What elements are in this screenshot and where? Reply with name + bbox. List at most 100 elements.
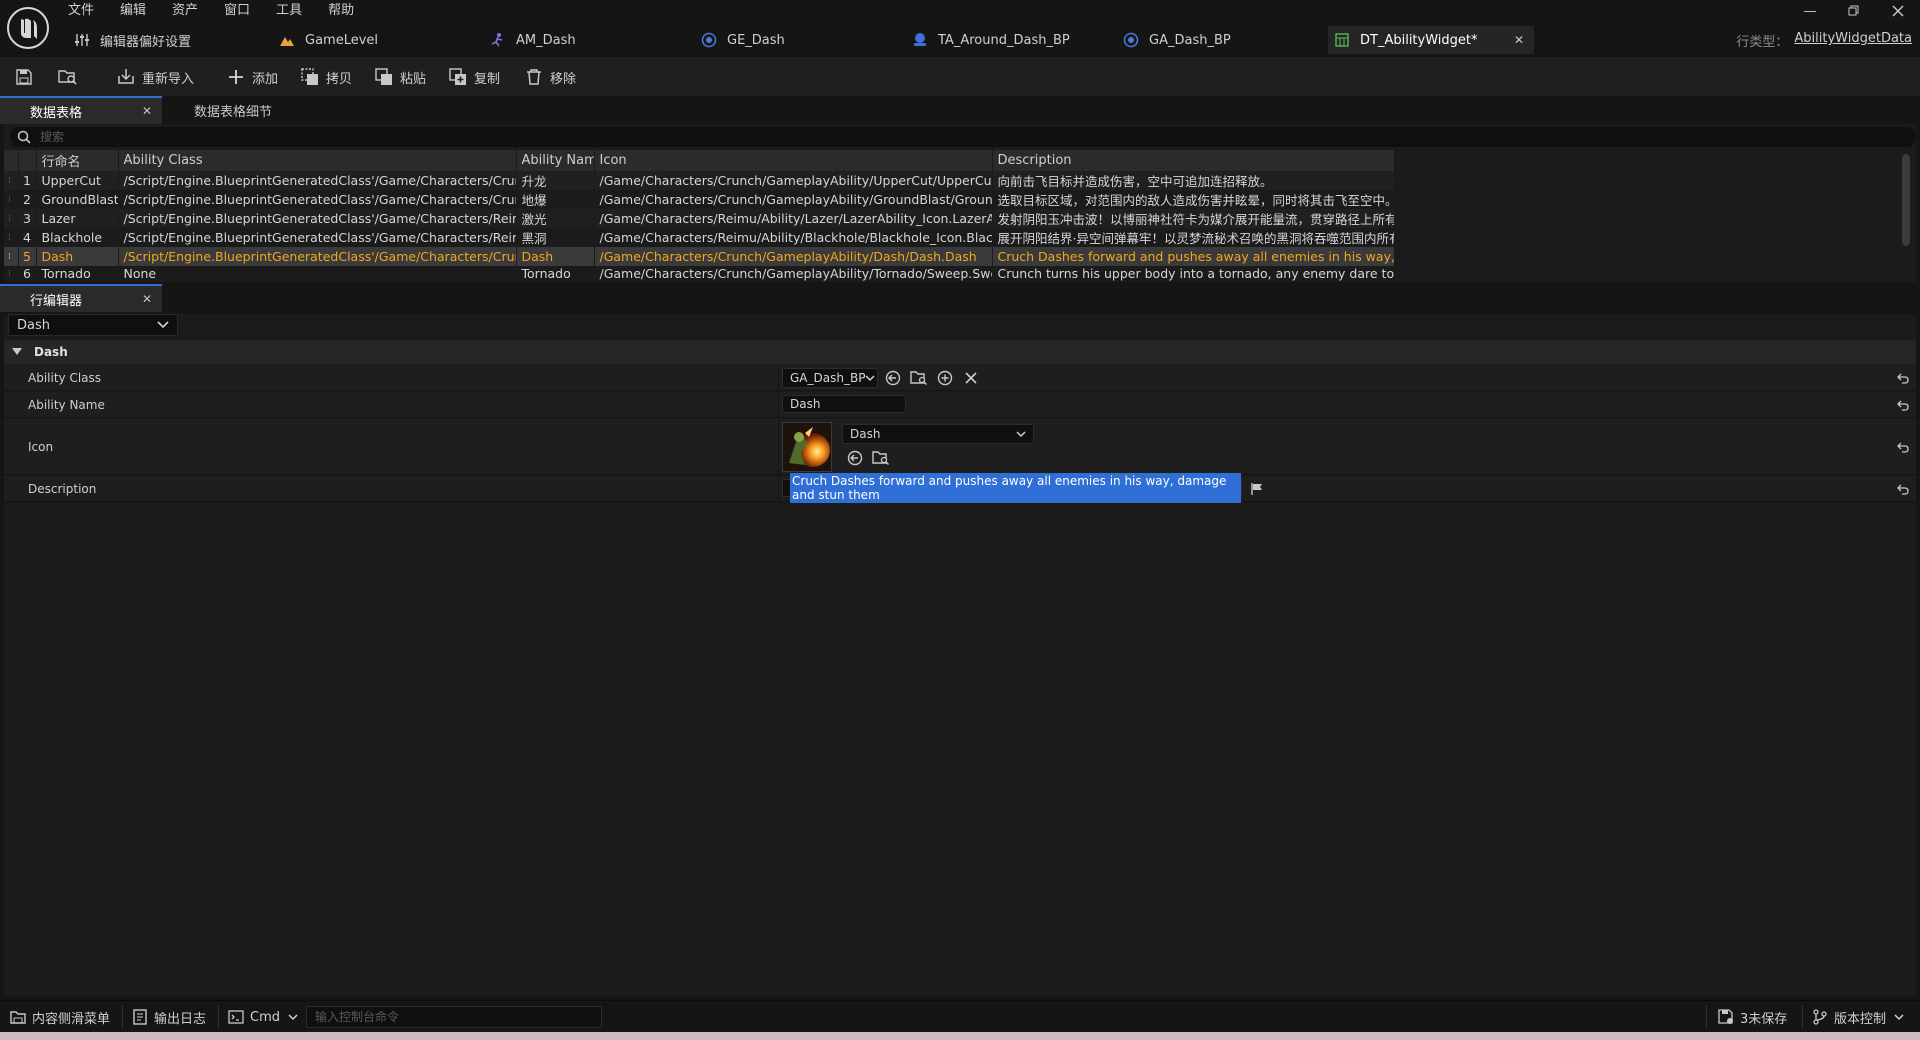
window-controls: — [1788,0,1920,22]
search-bar [10,127,1916,147]
menu-tools[interactable]: 工具 [276,2,302,20]
console-command-input[interactable] [306,1006,602,1028]
search-input[interactable] [40,130,1840,144]
menu-window[interactable]: 窗口 [224,2,250,20]
table-scrollbar[interactable] [1902,154,1910,246]
cmd-dropdown[interactable]: Cmd [228,1001,298,1033]
paste-row-button[interactable]: 粘贴 [374,57,426,97]
output-log-button[interactable]: 输出日志 [132,1001,206,1033]
restore-icon[interactable] [1832,0,1876,22]
drag-handle-icon[interactable]: ⁞ [4,190,19,209]
menu-edit[interactable]: 编辑 [120,2,146,20]
menu-file[interactable]: 文件 [68,2,94,20]
chevron-down-icon [865,374,875,382]
icon-asset-picker[interactable]: Dash [842,424,1034,444]
chevron-down-icon [1016,430,1026,438]
clear-icon[interactable] [962,369,980,387]
tab-data-table[interactable]: 数据表格 ✕ [0,96,162,124]
row-type-label: 行类型： [1736,35,1789,50]
header-description[interactable]: Description [992,150,1395,171]
paste-icon [374,67,394,87]
unsaved-assets-button[interactable]: 3未保存 [1718,1001,1787,1033]
table-row-selected[interactable]: ⁞ 5 Dash /Script/Engine.BlueprintGenerat… [4,247,1395,266]
close-tab-icon[interactable]: ✕ [142,104,152,118]
row-selector-dropdown[interactable]: Dash [8,314,178,336]
browse-asset-button[interactable] [58,57,84,97]
menu-asset[interactable]: 资产 [172,2,198,20]
reset-to-default-icon[interactable] [1896,371,1910,385]
use-selected-icon[interactable] [846,449,864,467]
anim-montage-icon [490,32,506,48]
close-window-icon[interactable] [1876,0,1920,22]
drag-handle-icon[interactable]: ⁞ [4,228,19,247]
drag-handle-icon[interactable]: ⁞ [4,247,19,266]
create-new-icon[interactable] [936,369,954,387]
header-ability-name[interactable]: Ability Name [516,150,595,171]
ability-class-picker[interactable]: GA_Dash_BP [782,368,878,388]
tab-ta-around-dash-bp[interactable]: TA_Around_Dash_BP [906,26,1117,54]
reimport-button[interactable]: 重新导入 [116,57,194,97]
level-icon [279,32,295,48]
close-tab-icon[interactable]: ✕ [142,292,152,306]
reset-to-default-icon[interactable] [1896,482,1910,496]
minimize-icon[interactable]: — [1788,0,1832,22]
close-tab-icon[interactable]: ✕ [1514,33,1524,47]
reset-to-default-icon[interactable] [1896,398,1910,412]
actor-icon [912,32,928,48]
source-control-button[interactable]: 版本控制 [1812,1001,1904,1033]
reset-to-default-icon[interactable] [1896,440,1910,454]
chevron-down-icon [288,1013,298,1021]
chevron-down-icon [1894,1013,1904,1021]
tab-ge-dash[interactable]: GE_Dash [695,26,906,54]
tab-gamelevel[interactable]: GameLevel [273,26,484,54]
blueprint-icon [701,32,717,48]
tab-editor-preferences[interactable]: 编辑器偏好设置 [68,26,273,54]
save-button[interactable] [14,57,40,97]
table-row[interactable]: ⁞ 1 UpperCut /Script/Engine.BlueprintGen… [4,171,1395,190]
drag-handle-icon[interactable]: ⁞ [4,209,19,228]
add-row-button[interactable]: 添加 [226,57,278,97]
remove-row-button[interactable]: 移除 [524,57,576,97]
terminal-icon [228,1009,244,1025]
header-index [18,150,37,171]
icon-thumbnail[interactable] [782,422,832,472]
table-row[interactable]: ⁞ 2 GroundBlast /Script/Engine.Blueprint… [4,190,1395,209]
table-row[interactable]: ⁞ 3 Lazer /Script/Engine.BlueprintGenera… [4,209,1395,228]
unsaved-icon [1718,1009,1734,1025]
property-icon: Icon Dash [4,419,1916,475]
collapse-arrow-icon [12,348,24,356]
data-table-grid: 行命名 Ability Class Ability Name Icon Desc… [4,150,1395,281]
tab-data-table-details[interactable]: 数据表格细节 [164,96,314,124]
row-type-link[interactable]: AbilityWidgetData [1794,31,1912,50]
tab-row-editor[interactable]: 行编辑器 ✕ [0,284,162,312]
duplicate-row-button[interactable]: 复制 [448,57,500,97]
use-selected-icon[interactable] [884,369,902,387]
table-row[interactable]: ⁞ 6 Tornado None Tornado /Game/Character… [4,266,1395,281]
tab-dt-abilitywidget[interactable]: DT_AbilityWidget* ✕ [1328,26,1534,54]
header-icon[interactable]: Icon [594,150,993,171]
copy-icon [300,67,320,87]
content-drawer-button[interactable]: 内容侧滑菜单 [10,1001,110,1033]
header-ability-class[interactable]: Ability Class [118,150,517,171]
duplicate-icon [448,67,468,87]
datatable-icon [1334,32,1350,48]
menu-help[interactable]: 帮助 [328,2,354,20]
unreal-logo-icon[interactable] [6,6,50,50]
document-tabs: 编辑器偏好设置 GameLevel AM_Dash GE_Dash TA_Aro… [68,26,1534,54]
folder-search-icon [58,67,78,87]
section-header-dash[interactable]: Dash [4,340,1916,364]
drag-handle-icon[interactable]: ⁞ [4,266,19,281]
localization-flag-icon[interactable] [1248,480,1266,498]
row-editor-panel: Dash Dash Ability Class GA_Dash_BP Abili… [4,314,1916,996]
table-row[interactable]: ⁞ 4 Blackhole /Script/Engine.BlueprintGe… [4,228,1395,247]
copy-row-button[interactable]: 拷贝 [300,57,352,97]
ability-name-field[interactable]: Dash [782,395,906,413]
trash-icon [524,67,544,87]
description-field[interactable]: Cruch Dashes forward and pushes away all… [782,473,1242,503]
tab-ga-dash-bp[interactable]: GA_Dash_BP [1117,26,1328,54]
browse-folder-icon[interactable] [910,369,928,387]
header-row-name[interactable]: 行命名 [36,150,119,171]
browse-folder-icon[interactable] [872,449,890,467]
drag-handle-icon[interactable]: ⁞ [4,171,19,190]
tab-am-dash[interactable]: AM_Dash [484,26,695,54]
